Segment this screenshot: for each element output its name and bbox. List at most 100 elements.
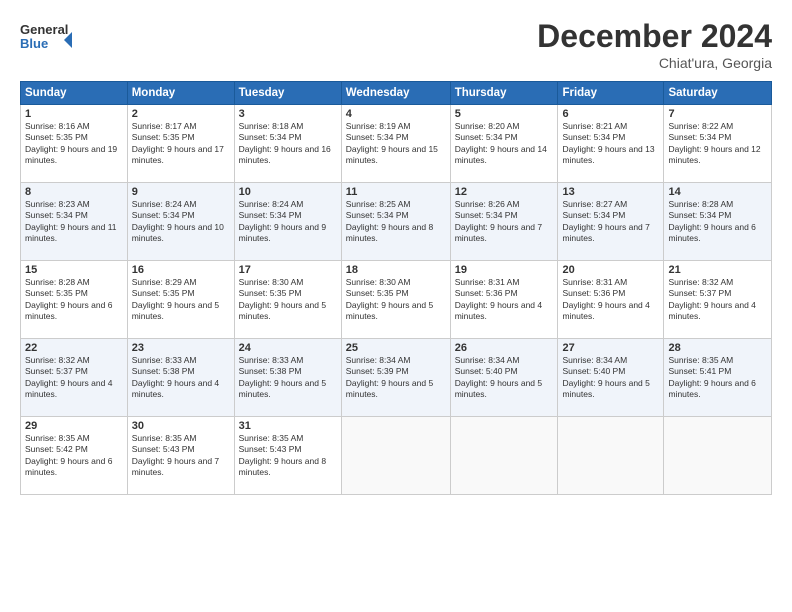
- day-number: 25: [346, 342, 446, 354]
- day-cell: 11Sunrise: 8:25 AMSunset: 5:34 PMDayligh…: [341, 183, 450, 261]
- day-cell: 22Sunrise: 8:32 AMSunset: 5:37 PMDayligh…: [21, 339, 128, 417]
- day-info: Sunrise: 8:24 AMSunset: 5:34 PMDaylight:…: [132, 199, 230, 245]
- day-cell: 2Sunrise: 8:17 AMSunset: 5:35 PMDaylight…: [127, 105, 234, 183]
- day-number: 19: [455, 264, 554, 276]
- page: General Blue December 2024 Chiat'ura, Ge…: [0, 0, 792, 612]
- day-info: Sunrise: 8:35 AMSunset: 5:43 PMDaylight:…: [132, 433, 230, 479]
- day-cell: 21Sunrise: 8:32 AMSunset: 5:37 PMDayligh…: [664, 261, 772, 339]
- day-number: 13: [562, 186, 659, 198]
- day-number: 21: [668, 264, 767, 276]
- day-cell: [664, 417, 772, 495]
- logo-block: General Blue: [20, 18, 72, 65]
- day-info: Sunrise: 8:34 AMSunset: 5:40 PMDaylight:…: [562, 355, 659, 401]
- day-info: Sunrise: 8:28 AMSunset: 5:35 PMDaylight:…: [25, 277, 123, 323]
- day-info: Sunrise: 8:33 AMSunset: 5:38 PMDaylight:…: [239, 355, 337, 401]
- day-cell: 24Sunrise: 8:33 AMSunset: 5:38 PMDayligh…: [234, 339, 341, 417]
- day-number: 30: [132, 420, 230, 432]
- day-cell: 7Sunrise: 8:22 AMSunset: 5:34 PMDaylight…: [664, 105, 772, 183]
- day-cell: 19Sunrise: 8:31 AMSunset: 5:36 PMDayligh…: [450, 261, 558, 339]
- logo-icon: General Blue: [20, 18, 72, 60]
- day-cell: 16Sunrise: 8:29 AMSunset: 5:35 PMDayligh…: [127, 261, 234, 339]
- day-info: Sunrise: 8:30 AMSunset: 5:35 PMDaylight:…: [239, 277, 337, 323]
- day-info: Sunrise: 8:35 AMSunset: 5:41 PMDaylight:…: [668, 355, 767, 401]
- day-number: 23: [132, 342, 230, 354]
- day-number: 20: [562, 264, 659, 276]
- day-cell: 28Sunrise: 8:35 AMSunset: 5:41 PMDayligh…: [664, 339, 772, 417]
- day-info: Sunrise: 8:32 AMSunset: 5:37 PMDaylight:…: [25, 355, 123, 401]
- logo: General Blue: [20, 18, 72, 65]
- day-info: Sunrise: 8:35 AMSunset: 5:42 PMDaylight:…: [25, 433, 123, 479]
- day-info: Sunrise: 8:26 AMSunset: 5:34 PMDaylight:…: [455, 199, 554, 245]
- day-number: 28: [668, 342, 767, 354]
- week-row-4: 22Sunrise: 8:32 AMSunset: 5:37 PMDayligh…: [21, 339, 772, 417]
- col-header-monday: Monday: [127, 82, 234, 105]
- day-number: 1: [25, 108, 123, 120]
- location-title: Chiat'ura, Georgia: [537, 55, 772, 71]
- day-info: Sunrise: 8:29 AMSunset: 5:35 PMDaylight:…: [132, 277, 230, 323]
- day-cell: 30Sunrise: 8:35 AMSunset: 5:43 PMDayligh…: [127, 417, 234, 495]
- header: General Blue December 2024 Chiat'ura, Ge…: [20, 18, 772, 71]
- day-cell: 5Sunrise: 8:20 AMSunset: 5:34 PMDaylight…: [450, 105, 558, 183]
- svg-text:General: General: [20, 22, 68, 37]
- day-number: 16: [132, 264, 230, 276]
- day-cell: 14Sunrise: 8:28 AMSunset: 5:34 PMDayligh…: [664, 183, 772, 261]
- day-number: 3: [239, 108, 337, 120]
- day-cell: 15Sunrise: 8:28 AMSunset: 5:35 PMDayligh…: [21, 261, 128, 339]
- day-cell: 25Sunrise: 8:34 AMSunset: 5:39 PMDayligh…: [341, 339, 450, 417]
- day-cell: 29Sunrise: 8:35 AMSunset: 5:42 PMDayligh…: [21, 417, 128, 495]
- day-cell: 9Sunrise: 8:24 AMSunset: 5:34 PMDaylight…: [127, 183, 234, 261]
- day-number: 6: [562, 108, 659, 120]
- day-cell: [341, 417, 450, 495]
- day-info: Sunrise: 8:33 AMSunset: 5:38 PMDaylight:…: [132, 355, 230, 401]
- day-cell: 31Sunrise: 8:35 AMSunset: 5:43 PMDayligh…: [234, 417, 341, 495]
- day-cell: 10Sunrise: 8:24 AMSunset: 5:34 PMDayligh…: [234, 183, 341, 261]
- day-cell: 13Sunrise: 8:27 AMSunset: 5:34 PMDayligh…: [558, 183, 664, 261]
- day-number: 18: [346, 264, 446, 276]
- day-number: 17: [239, 264, 337, 276]
- day-cell: [558, 417, 664, 495]
- day-info: Sunrise: 8:23 AMSunset: 5:34 PMDaylight:…: [25, 199, 123, 245]
- day-number: 12: [455, 186, 554, 198]
- day-number: 29: [25, 420, 123, 432]
- calendar-table: SundayMondayTuesdayWednesdayThursdayFrid…: [20, 81, 772, 495]
- day-number: 15: [25, 264, 123, 276]
- week-row-1: 1Sunrise: 8:16 AMSunset: 5:35 PMDaylight…: [21, 105, 772, 183]
- week-row-5: 29Sunrise: 8:35 AMSunset: 5:42 PMDayligh…: [21, 417, 772, 495]
- day-cell: 3Sunrise: 8:18 AMSunset: 5:34 PMDaylight…: [234, 105, 341, 183]
- day-info: Sunrise: 8:27 AMSunset: 5:34 PMDaylight:…: [562, 199, 659, 245]
- day-number: 10: [239, 186, 337, 198]
- day-cell: 20Sunrise: 8:31 AMSunset: 5:36 PMDayligh…: [558, 261, 664, 339]
- day-number: 31: [239, 420, 337, 432]
- day-number: 9: [132, 186, 230, 198]
- day-info: Sunrise: 8:31 AMSunset: 5:36 PMDaylight:…: [562, 277, 659, 323]
- col-header-sunday: Sunday: [21, 82, 128, 105]
- day-cell: [450, 417, 558, 495]
- day-cell: 1Sunrise: 8:16 AMSunset: 5:35 PMDaylight…: [21, 105, 128, 183]
- day-info: Sunrise: 8:22 AMSunset: 5:34 PMDaylight:…: [668, 121, 767, 167]
- day-number: 2: [132, 108, 230, 120]
- day-info: Sunrise: 8:21 AMSunset: 5:34 PMDaylight:…: [562, 121, 659, 167]
- day-number: 22: [25, 342, 123, 354]
- day-info: Sunrise: 8:28 AMSunset: 5:34 PMDaylight:…: [668, 199, 767, 245]
- day-info: Sunrise: 8:20 AMSunset: 5:34 PMDaylight:…: [455, 121, 554, 167]
- day-number: 11: [346, 186, 446, 198]
- day-number: 7: [668, 108, 767, 120]
- day-info: Sunrise: 8:18 AMSunset: 5:34 PMDaylight:…: [239, 121, 337, 167]
- day-info: Sunrise: 8:24 AMSunset: 5:34 PMDaylight:…: [239, 199, 337, 245]
- day-info: Sunrise: 8:16 AMSunset: 5:35 PMDaylight:…: [25, 121, 123, 167]
- day-info: Sunrise: 8:32 AMSunset: 5:37 PMDaylight:…: [668, 277, 767, 323]
- day-cell: 18Sunrise: 8:30 AMSunset: 5:35 PMDayligh…: [341, 261, 450, 339]
- title-block: December 2024 Chiat'ura, Georgia: [537, 18, 772, 71]
- month-title: December 2024: [537, 18, 772, 55]
- day-cell: 6Sunrise: 8:21 AMSunset: 5:34 PMDaylight…: [558, 105, 664, 183]
- day-cell: 23Sunrise: 8:33 AMSunset: 5:38 PMDayligh…: [127, 339, 234, 417]
- day-number: 5: [455, 108, 554, 120]
- day-cell: 17Sunrise: 8:30 AMSunset: 5:35 PMDayligh…: [234, 261, 341, 339]
- day-cell: 8Sunrise: 8:23 AMSunset: 5:34 PMDaylight…: [21, 183, 128, 261]
- day-info: Sunrise: 8:34 AMSunset: 5:39 PMDaylight:…: [346, 355, 446, 401]
- col-header-saturday: Saturday: [664, 82, 772, 105]
- day-number: 24: [239, 342, 337, 354]
- week-row-2: 8Sunrise: 8:23 AMSunset: 5:34 PMDaylight…: [21, 183, 772, 261]
- day-number: 4: [346, 108, 446, 120]
- svg-text:Blue: Blue: [20, 36, 48, 51]
